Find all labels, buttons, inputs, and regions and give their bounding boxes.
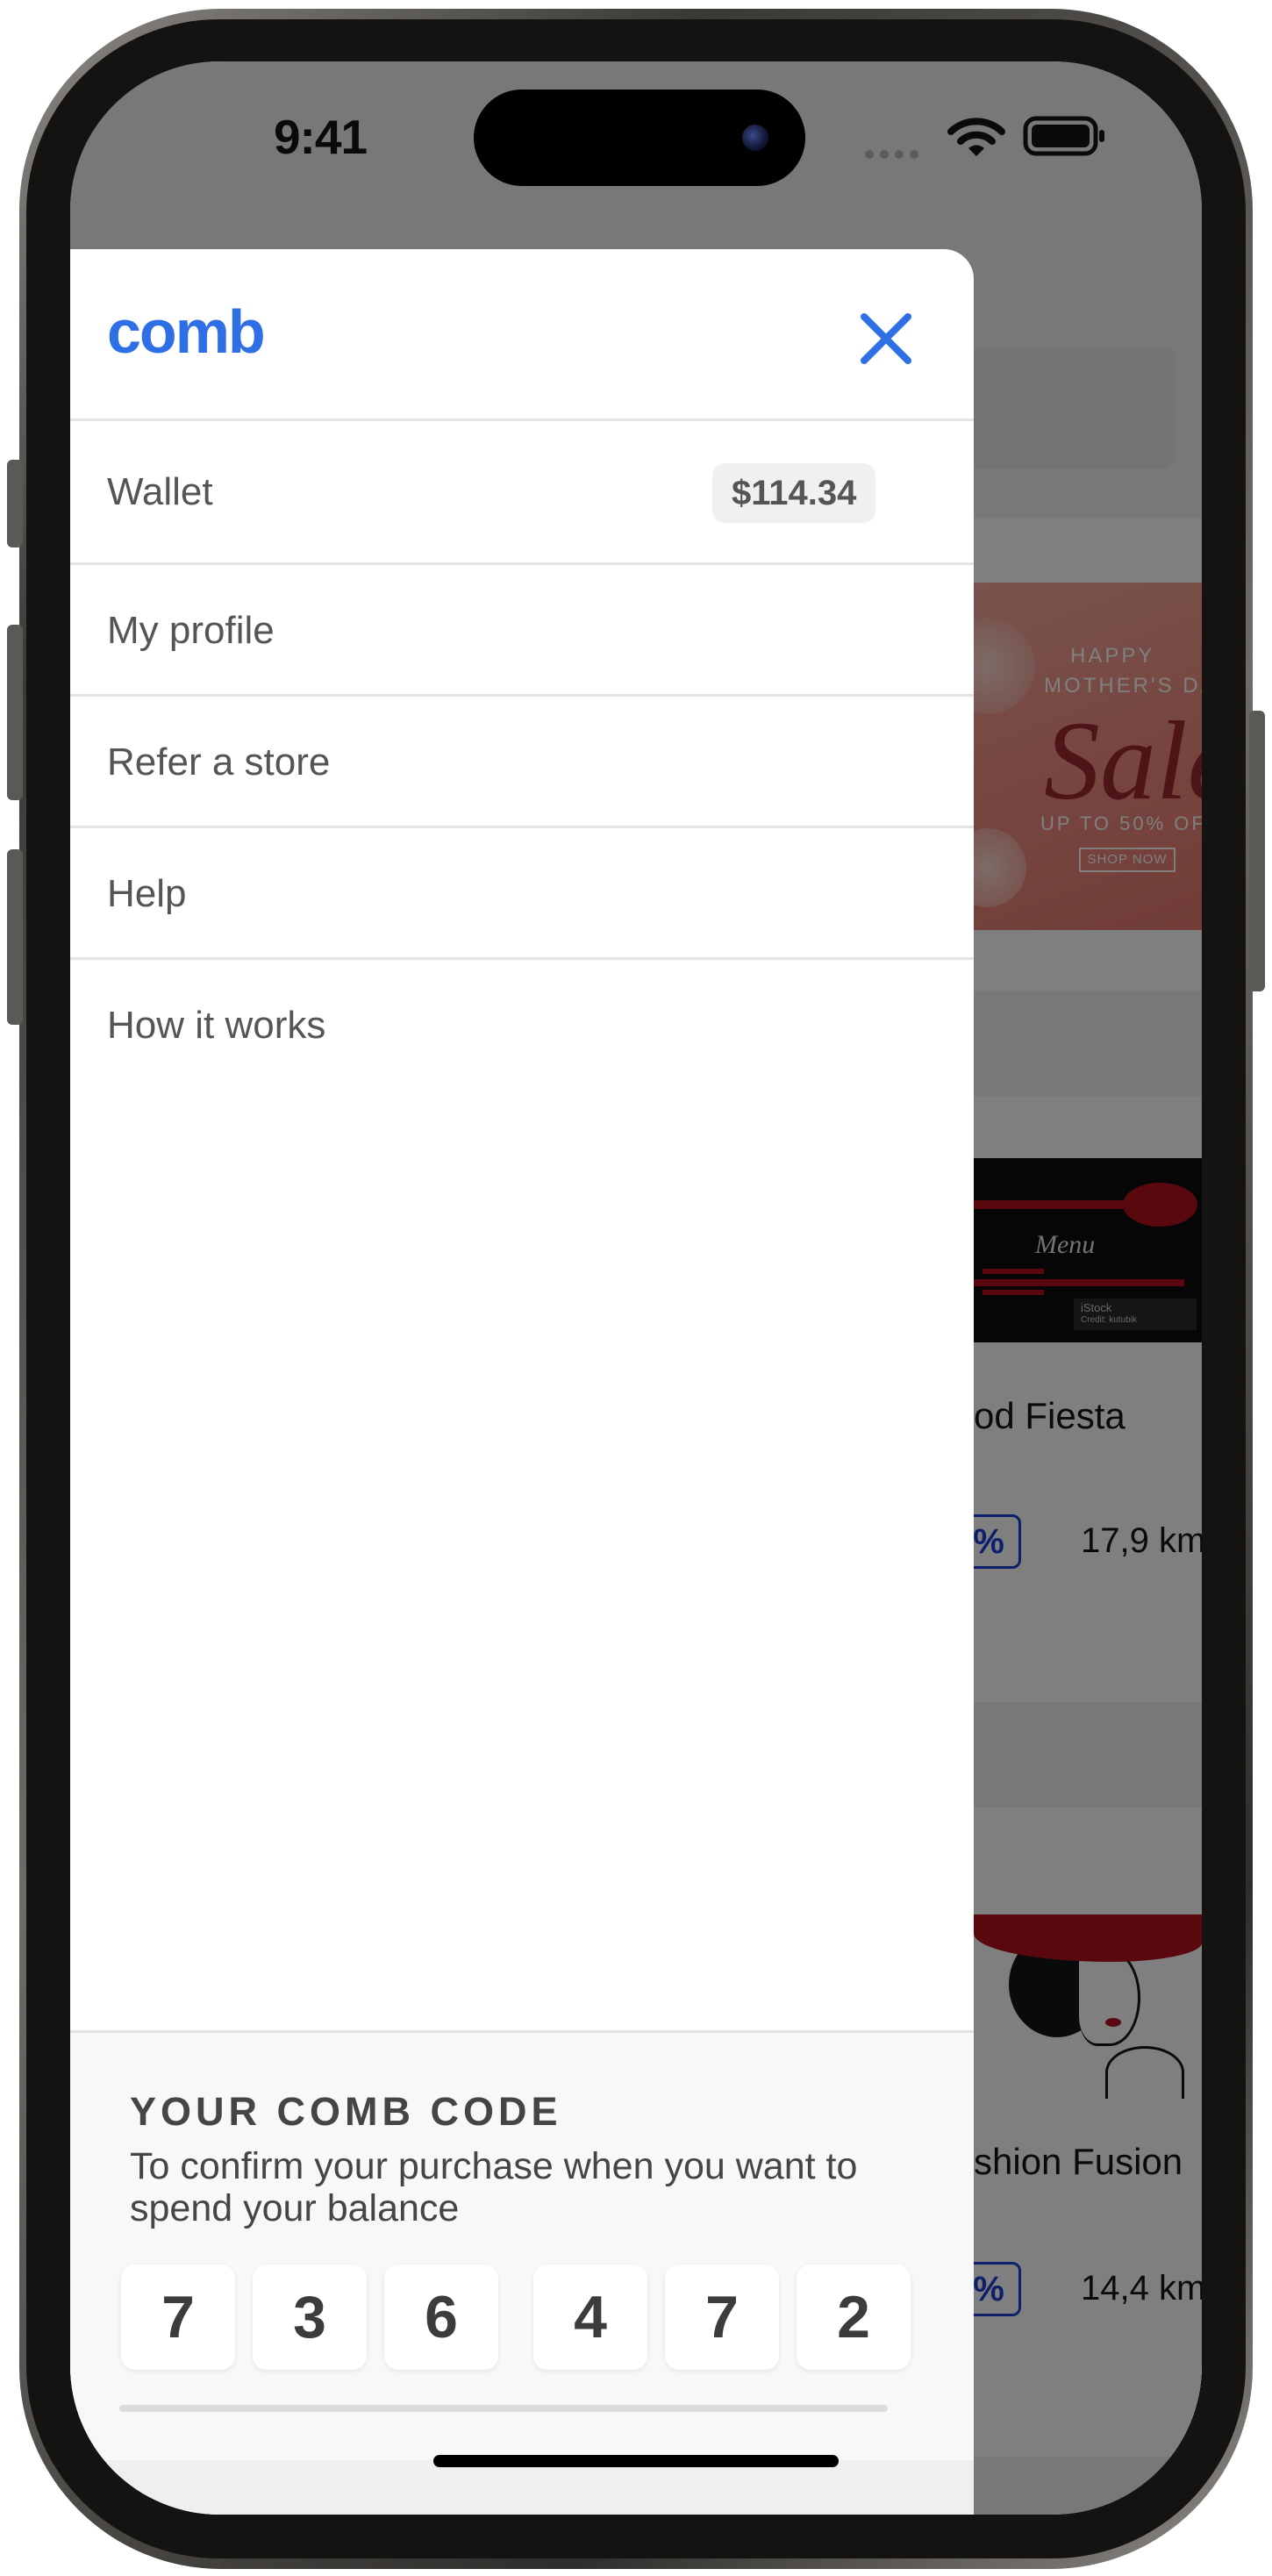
code-digit: 6 xyxy=(384,2265,498,2370)
comb-code-subtitle: To confirm your purchase when you want t… xyxy=(130,2145,858,2229)
comb-code-section: YOUR COMB CODE To confirm your purchase … xyxy=(70,2030,974,2460)
home-indicator[interactable] xyxy=(433,2455,839,2467)
volume-up-button xyxy=(7,625,23,800)
power-button xyxy=(1249,711,1265,991)
menu-item-label: How it works xyxy=(107,1004,326,1047)
code-digit: 7 xyxy=(121,2265,235,2370)
menu-item-label: My profile xyxy=(107,609,275,652)
menu-item-refer-a-store[interactable]: Refer a store xyxy=(70,697,974,828)
comb-logo: comb xyxy=(107,297,266,366)
status-time: 9:41 xyxy=(273,110,368,164)
action-button xyxy=(7,460,23,547)
code-digit: 4 xyxy=(533,2265,647,2370)
wallet-balance-badge: $114.34 xyxy=(712,463,876,523)
screen: HAPPY MOTHER'S DAY Sale UP TO 50% OFF SH… xyxy=(70,61,1202,2515)
code-refresh-progress-bar xyxy=(119,2405,888,2412)
drawer-footer xyxy=(70,2460,974,2515)
code-digit: 2 xyxy=(797,2265,911,2370)
code-digit: 3 xyxy=(253,2265,367,2370)
menu-item-label: Refer a store xyxy=(107,741,331,784)
close-button[interactable] xyxy=(842,295,930,383)
drawer-header: comb xyxy=(70,249,974,421)
wifi-icon xyxy=(947,118,1005,156)
camera-lens-icon xyxy=(742,125,768,151)
menu-item-label: Help xyxy=(107,872,187,915)
volume-down-button xyxy=(7,849,23,1025)
comb-code-title: YOUR COMB CODE xyxy=(130,2089,562,2134)
battery-icon xyxy=(1023,116,1104,156)
side-drawer: comb Wallet $114.34 My profile Refer a s… xyxy=(70,249,974,2515)
menu-item-help[interactable]: Help xyxy=(70,828,974,960)
code-digit: 7 xyxy=(665,2265,779,2370)
menu-item-my-profile[interactable]: My profile xyxy=(70,565,974,697)
menu-item-wallet[interactable]: Wallet $114.34 xyxy=(70,421,974,565)
dynamic-island xyxy=(474,89,805,186)
menu-item-how-it-works[interactable]: How it works xyxy=(70,960,974,1091)
cellular-signal-icon xyxy=(865,147,925,163)
menu-item-label: Wallet xyxy=(107,470,213,513)
close-icon xyxy=(861,313,911,364)
